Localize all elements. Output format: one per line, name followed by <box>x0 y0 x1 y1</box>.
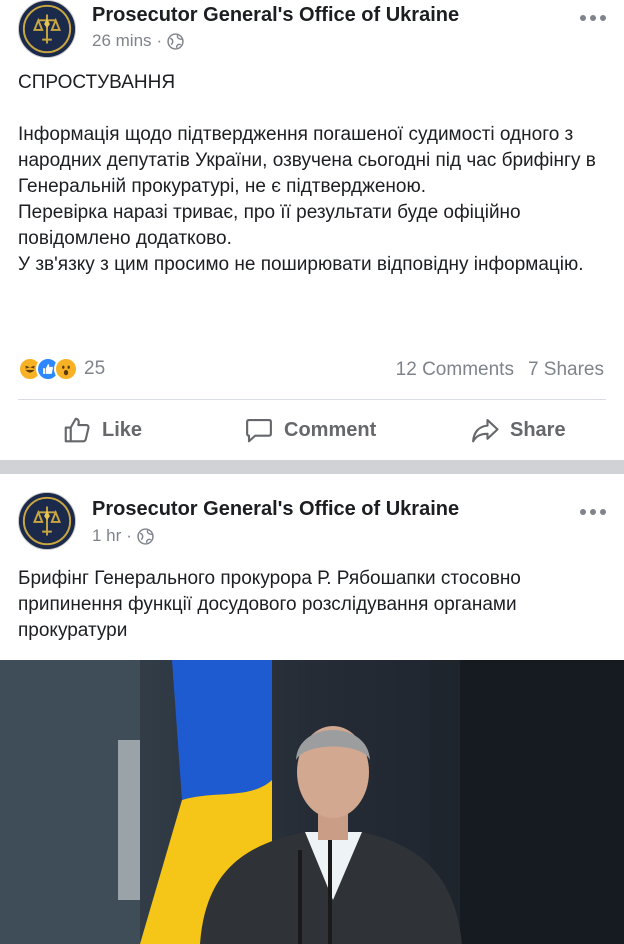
page-avatar[interactable] <box>18 0 76 58</box>
globe-icon <box>167 32 184 50</box>
post-card: Prosecutor General's Office of Ukraine 1… <box>0 474 624 944</box>
briefing-photo-image <box>0 660 624 944</box>
page-name-link[interactable]: Prosecutor General's Office of Ukraine <box>92 4 459 27</box>
thumbs-up-icon <box>64 417 90 443</box>
reaction-count: 25 <box>84 358 106 379</box>
dot-icon <box>590 15 596 21</box>
share-arrow-icon <box>472 418 499 443</box>
action-bar: Like Comment Share <box>0 400 624 460</box>
prosecutor-emblem-icon <box>19 493 75 549</box>
more-options-button[interactable] <box>580 13 606 23</box>
dot-icon <box>590 509 596 515</box>
post-body: Брифінг Генерального прокурора Р. Рябоша… <box>18 568 521 641</box>
reactions-summary[interactable]: 25 <box>18 357 105 381</box>
comment-label: Comment <box>284 418 377 441</box>
page-name-link[interactable]: Prosecutor General's Office of Ukraine <box>92 498 459 521</box>
feed-separator <box>0 460 624 474</box>
post-body: Інформація щодо підтвердження погашеної … <box>18 124 596 275</box>
shares-count-link[interactable]: 7 Shares <box>528 359 604 381</box>
more-options-button[interactable] <box>580 507 606 517</box>
like-button[interactable]: Like <box>62 400 142 460</box>
like-label: Like <box>102 418 143 441</box>
post-timestamp[interactable]: 1 hr <box>92 526 121 546</box>
comment-icon <box>246 418 272 443</box>
dot-icon <box>580 15 586 21</box>
post-heading: СПРОСТУВАННЯ <box>18 72 176 93</box>
post-meta: 1 hr · <box>92 526 154 546</box>
share-button[interactable]: Share <box>470 400 566 460</box>
post-card: Prosecutor General's Office of Ukraine 2… <box>0 0 624 460</box>
wow-icon <box>54 357 78 381</box>
dot-icon <box>600 509 606 515</box>
post-photo[interactable] <box>0 660 624 944</box>
meta-separator: · <box>156 31 163 50</box>
post-timestamp[interactable]: 26 mins <box>92 31 152 51</box>
post-meta: 26 mins · <box>92 31 184 51</box>
globe-icon <box>137 527 154 545</box>
dot-icon <box>580 509 586 515</box>
comments-count-link[interactable]: 12 Comments <box>396 359 514 381</box>
comment-button[interactable]: Comment <box>244 400 376 460</box>
dot-icon <box>600 15 606 21</box>
share-label: Share <box>510 418 566 441</box>
engagement-stats: 12 Comments 7 Shares <box>396 359 604 381</box>
page-avatar[interactable] <box>18 492 76 550</box>
meta-separator: · <box>126 526 132 545</box>
prosecutor-emblem-icon <box>19 1 75 57</box>
